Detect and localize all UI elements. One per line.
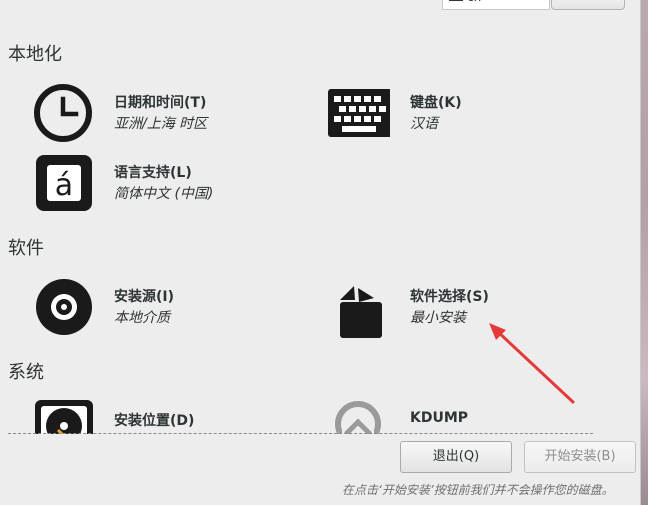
category-system-heading: 系统 — [8, 362, 44, 383]
package-icon — [340, 286, 382, 338]
clock-icon — [34, 84, 92, 142]
spoke-datetime-title: 日期和时间(T) — [114, 95, 207, 111]
spoke-language-title: 语言支持(L) — [114, 165, 192, 181]
spoke-datetime[interactable]: 日期和时间(T) 亚洲/上海 时区 — [32, 82, 322, 144]
spoke-keyboard-title: 键盘(K) — [410, 95, 462, 111]
hub-content[interactable]: 本地化 日期和时间(T) 亚洲/上海 时区 键盘(K) 汉语 á 语言支持(L) — [0, 30, 640, 434]
language-icon: á — [36, 155, 92, 211]
category-software-heading: 软件 — [8, 238, 44, 259]
spoke-install-source[interactable]: 安装源(I) 本地介质 — [32, 276, 322, 338]
keyboard-layout-indicator[interactable]: cn — [442, 0, 550, 10]
spoke-software-selection-status: 最小安装 — [410, 310, 466, 326]
spoke-datetime-status: 亚洲/上海 时区 — [114, 116, 208, 132]
keyboard-icon — [449, 0, 463, 1]
keyboard-icon — [328, 89, 390, 137]
spoke-keyboard-status: 汉语 — [410, 116, 438, 132]
hard-disk-icon — [35, 400, 93, 434]
top-bar: cn — [0, 0, 640, 12]
spoke-language[interactable]: á 语言支持(L) 简体中文 (中国) — [32, 152, 322, 214]
spoke-kdump-title: KDUMP — [410, 410, 469, 426]
spoke-keyboard[interactable]: 键盘(K) 汉语 — [328, 82, 618, 144]
spoke-install-destination-title: 安装位置(D) — [114, 413, 195, 429]
kdump-icon — [335, 401, 381, 434]
help-button[interactable] — [551, 0, 625, 10]
spoke-install-source-title: 安装源(I) — [114, 289, 175, 305]
keyboard-layout-label: cn — [467, 0, 481, 4]
begin-installation-button[interactable]: 开始安装(B) — [524, 441, 636, 473]
spoke-install-destination[interactable]: 安装位置(D) — [32, 400, 322, 434]
bottom-divider — [8, 433, 593, 434]
category-localization-heading: 本地化 — [8, 44, 62, 65]
spoke-install-source-status: 本地介质 — [114, 310, 170, 326]
spoke-language-status: 简体中文 (中国) — [114, 186, 214, 202]
footer-note: 在点击‘开始安装’按钮前我们并不会操作您的磁盘。 — [342, 483, 614, 497]
spoke-software-selection-title: 软件选择(S) — [410, 289, 489, 305]
quit-button[interactable]: 退出(Q) — [400, 441, 512, 473]
svg-text:á: á — [55, 168, 73, 203]
spoke-kdump[interactable]: KDUMP — [328, 400, 618, 434]
window-edge — [640, 0, 648, 505]
spoke-software-selection[interactable]: 软件选择(S) 最小安装 — [328, 276, 618, 338]
disc-icon — [36, 279, 92, 335]
